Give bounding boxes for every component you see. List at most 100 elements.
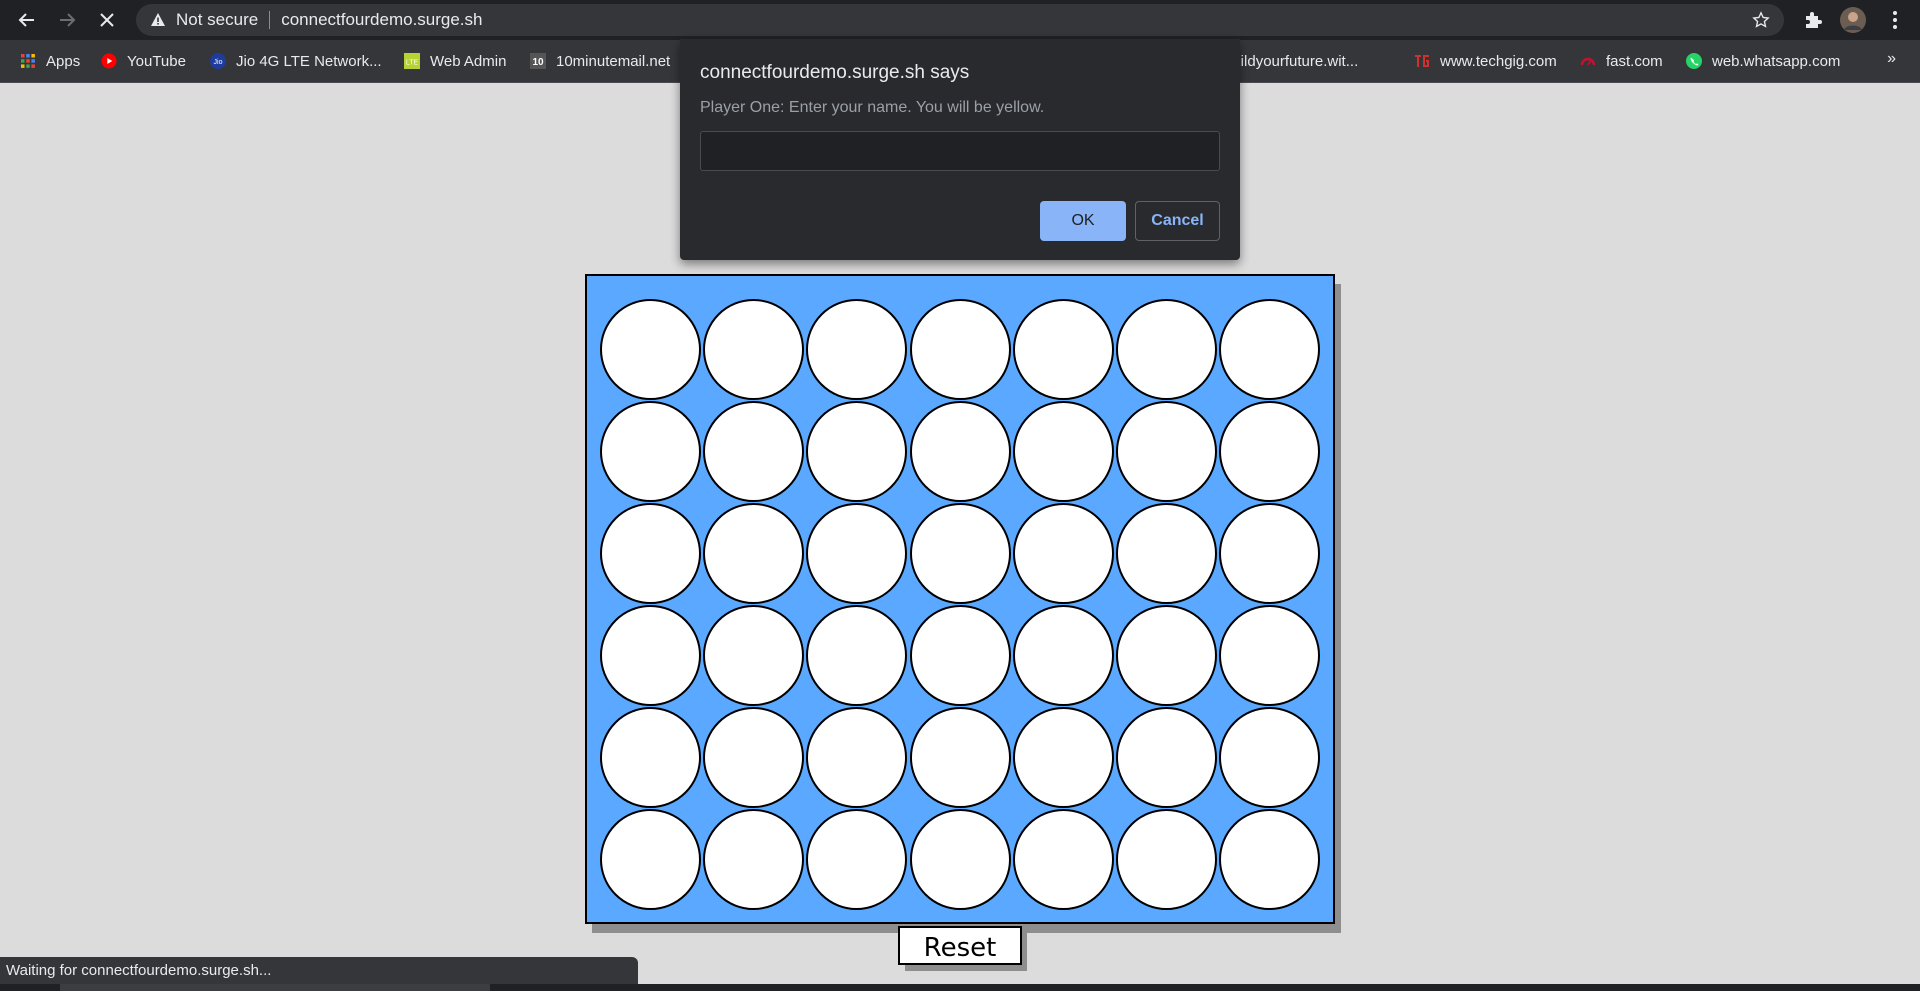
board-cell[interactable]	[703, 503, 805, 604]
ok-button[interactable]: OK	[1040, 201, 1126, 241]
board-cell[interactable]	[600, 605, 701, 706]
board-cell[interactable]	[1012, 707, 1114, 808]
board-cell[interactable]	[600, 503, 701, 604]
board-cell[interactable]	[1116, 605, 1217, 706]
bookmark-fast[interactable]: fast.com	[1580, 50, 1663, 72]
board-cell[interactable]	[1219, 707, 1321, 808]
bookmark-label: buildyourfuture.wit...	[1224, 52, 1359, 70]
board-cell[interactable]	[1219, 809, 1321, 910]
board-cell[interactable]	[1219, 503, 1321, 604]
bookmark-label: www.techgig.com	[1440, 52, 1557, 70]
bookmark-label: Apps	[46, 52, 81, 70]
board-cell[interactable]	[600, 707, 701, 808]
address-bar[interactable]: Not secure connectfourdemo.surge.sh	[136, 4, 1784, 36]
board-cell[interactable]	[806, 809, 908, 910]
board-cell[interactable]	[1116, 401, 1217, 502]
bookmark-web-admin[interactable]: LTE Web Admin	[404, 50, 506, 72]
url-text[interactable]: connectfourdemo.surge.sh	[281, 10, 482, 30]
board-cell[interactable]	[1012, 401, 1114, 502]
profile-avatar[interactable]	[1838, 0, 1868, 40]
tenminutemail-icon: 10	[530, 53, 546, 69]
taskbar-strip	[0, 984, 1920, 991]
youtube-icon	[101, 53, 117, 69]
board-cell[interactable]	[1116, 503, 1217, 604]
apps-grid-icon	[21, 54, 35, 68]
back-button[interactable]	[7, 0, 47, 40]
jio-icon: Jio	[210, 53, 226, 69]
board-cell[interactable]	[1219, 299, 1321, 400]
board-cell[interactable]	[703, 401, 805, 502]
whatsapp-icon	[1686, 53, 1702, 69]
bookmark-jio[interactable]: Jio Jio 4G LTE Network...	[210, 50, 382, 72]
board-cell[interactable]	[1219, 401, 1321, 502]
board-cell[interactable]	[909, 299, 1011, 400]
bookmark-label: Web Admin	[430, 52, 507, 70]
bookmark-youtube[interactable]: YouTube	[101, 50, 186, 72]
dialog-title: connectfourdemo.surge.sh says	[700, 62, 970, 83]
svg-text:LTE: LTE	[406, 60, 419, 67]
player-name-input[interactable]	[700, 131, 1220, 171]
avatar-icon	[1840, 7, 1866, 33]
extensions-button[interactable]	[1798, 0, 1828, 40]
board-cell[interactable]	[1116, 299, 1217, 400]
lte-icon: LTE	[404, 53, 420, 69]
board-cell[interactable]	[909, 503, 1011, 604]
board-cell[interactable]	[1116, 809, 1217, 910]
connect-four-board[interactable]	[585, 274, 1335, 924]
board-cell[interactable]	[1219, 605, 1321, 706]
dialog-message: Player One: Enter your name. You will be…	[700, 99, 1045, 116]
browser-toolbar: Not secure connectfourdemo.surge.sh	[0, 0, 1920, 40]
bookmark-apps[interactable]: Apps	[20, 50, 80, 72]
board-cell[interactable]	[909, 707, 1011, 808]
board-cell[interactable]	[703, 707, 805, 808]
board-cell[interactable]	[806, 401, 908, 502]
omnibox-divider	[269, 11, 271, 29]
stop-loading-button[interactable]	[87, 0, 127, 40]
status-bubble: Waiting for connectfourdemo.surge.sh...	[0, 957, 638, 984]
svg-text:10: 10	[532, 57, 544, 68]
board-cell[interactable]	[806, 605, 908, 706]
bookmarks-overflow-button[interactable]: »	[1887, 50, 1896, 68]
bookmark-label: YouTube	[127, 52, 186, 70]
cancel-button[interactable]: Cancel	[1135, 201, 1220, 241]
forward-arrow-icon	[60, 13, 76, 27]
svg-text:Jio: Jio	[214, 59, 223, 66]
board-cell[interactable]	[909, 401, 1011, 502]
board-cell[interactable]	[600, 299, 701, 400]
board-cell[interactable]	[600, 809, 701, 910]
puzzle-icon	[1806, 12, 1822, 28]
bookmark-buildyourfuture[interactable]: buildyourfuture.wit...	[1224, 50, 1358, 72]
bookmark-whatsapp[interactable]: web.whatsapp.com	[1686, 50, 1840, 72]
board-cell[interactable]	[806, 707, 908, 808]
close-icon	[100, 13, 114, 27]
board-cell[interactable]	[806, 299, 908, 400]
bookmark-techgig[interactable]: www.techgig.com	[1414, 50, 1557, 72]
board-cell[interactable]	[600, 401, 701, 502]
board-cell[interactable]	[1012, 809, 1114, 910]
board-cell[interactable]	[909, 605, 1011, 706]
board-cell[interactable]	[806, 503, 908, 604]
board-cell[interactable]	[703, 809, 805, 910]
board-cell[interactable]	[909, 809, 1011, 910]
board-cell[interactable]	[1012, 503, 1114, 604]
bookmark-label: Jio 4G LTE Network...	[236, 52, 382, 70]
prompt-dialog: connectfourdemo.surge.sh says Player One…	[680, 39, 1240, 260]
warning-icon	[151, 13, 165, 26]
board-cell[interactable]	[703, 605, 805, 706]
security-label[interactable]: Not secure	[176, 10, 258, 30]
forward-button[interactable]	[47, 0, 87, 40]
browser-menu-button[interactable]	[1880, 0, 1910, 40]
more-vert-icon	[1893, 11, 1897, 29]
bookmark-label: fast.com	[1606, 52, 1663, 70]
board-cell[interactable]	[1012, 605, 1114, 706]
bookmark-10minutemail[interactable]: 10 10minutemail.net	[530, 50, 670, 72]
board-cell[interactable]	[1012, 299, 1114, 400]
fast-icon	[1580, 57, 1596, 66]
techgig-icon	[1415, 55, 1429, 67]
bookmark-label: 10minutemail.net	[556, 52, 671, 70]
reset-button[interactable]: Reset	[898, 926, 1022, 965]
bookmark-star-icon[interactable]	[1752, 11, 1770, 29]
board-cell[interactable]	[703, 299, 805, 400]
board-cell[interactable]	[1116, 707, 1217, 808]
bookmark-label: web.whatsapp.com	[1712, 52, 1841, 70]
